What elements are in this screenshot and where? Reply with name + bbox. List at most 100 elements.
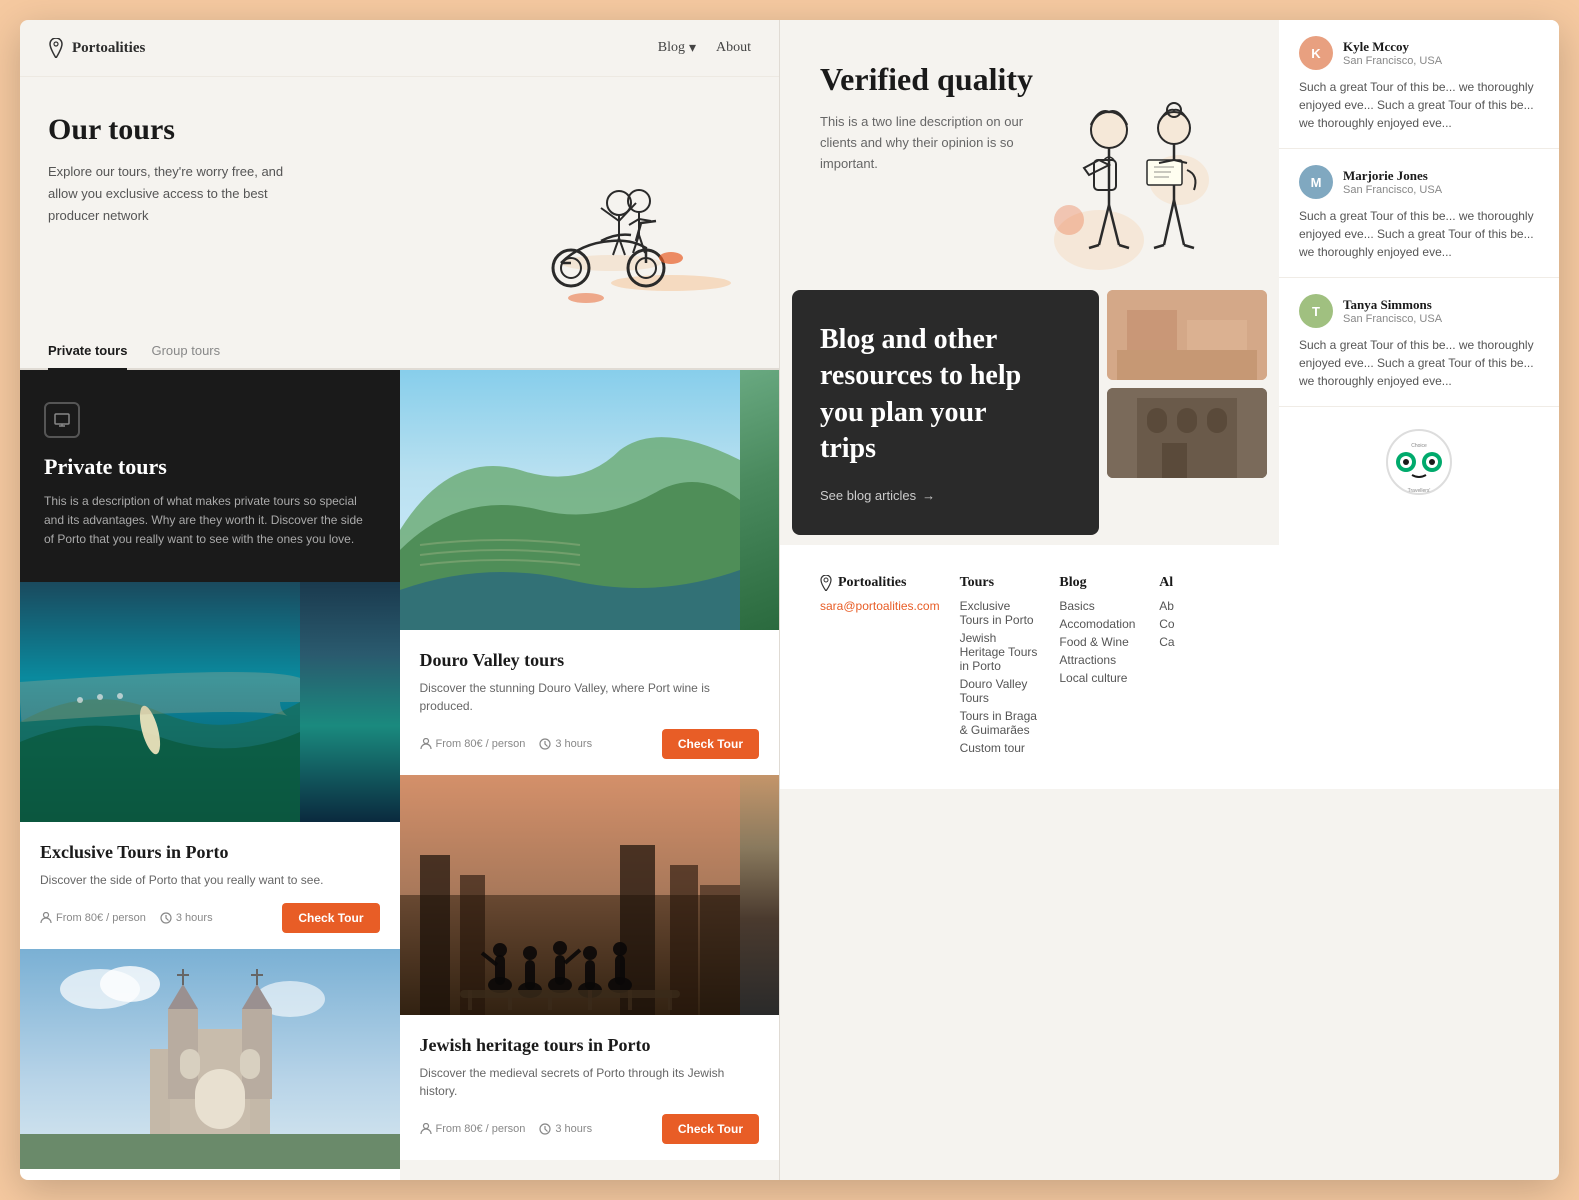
footer-col-brand: Portoalities sara@portoalities.com — [820, 575, 940, 759]
footer-alt-link-3[interactable]: Ca — [1159, 635, 1239, 649]
avatar-marjorie: M — [1299, 165, 1333, 199]
braga-info-card: Tours in Braga and Guimarães — [20, 1169, 400, 1180]
footer-link-custom[interactable]: Custom tour — [960, 741, 1040, 755]
blog-dark-card: Blog and other resources to help you pla… — [792, 290, 1099, 535]
reviewer-name-3: Tanya Simmons — [1343, 297, 1442, 313]
footer-blog-culture[interactable]: Local culture — [1059, 671, 1139, 685]
footer-link-jewish[interactable]: Jewish Heritage Tours in Porto — [960, 631, 1040, 673]
clock-icon-3 — [539, 1123, 551, 1135]
private-card-title: Private tours — [44, 454, 376, 480]
blog-image-1-icon — [1107, 290, 1267, 380]
review-header-2: M Marjorie Jones San Francisco, USA — [1299, 165, 1539, 199]
tour-tabs: Private tours Group tours — [20, 333, 779, 370]
jewish-title: Jewish heritage tours in Porto — [420, 1035, 760, 1056]
clock-icon-2 — [539, 738, 551, 750]
blog-nav-link[interactable]: Blog ▾ — [658, 40, 696, 57]
private-tours-card: Private tours This is a description of w… — [20, 370, 400, 582]
avatar-kyle: K — [1299, 36, 1333, 70]
jewish-duration-item: 3 hours — [539, 1123, 592, 1135]
navbar: Portoalities Blog ▾ About — [20, 20, 779, 77]
exclusive-photo-overlay-icon — [20, 582, 300, 822]
douro-photo — [400, 370, 780, 630]
footer-tours-title: Tours — [960, 575, 1040, 591]
jewish-price-item: From 80€ / person — [420, 1123, 526, 1135]
blog-chevron-icon: ▾ — [689, 40, 696, 57]
braga-tours-photo — [20, 949, 400, 1169]
jewish-duration-text: 3 hours — [555, 1123, 592, 1135]
exclusive-tours-title: Exclusive Tours in Porto — [40, 842, 380, 863]
footer-blog-title: Blog — [1059, 575, 1139, 591]
braga-photo-icon — [20, 949, 400, 1169]
blog-image-2-icon — [1107, 388, 1267, 478]
blog-image-1 — [1107, 290, 1267, 380]
footer-col-alt: Al Ab Co Ca — [1159, 575, 1239, 759]
private-tours-icon — [44, 402, 80, 438]
exclusive-price-text: From 80€ / person — [56, 912, 146, 924]
douro-meta-left: From 80€ / person 3 hours — [420, 738, 593, 750]
jewish-photo-icon — [400, 775, 740, 1015]
verified-illustration — [1039, 60, 1239, 260]
exclusive-tours-meta-left: From 80€ / person 3 hours — [40, 912, 213, 924]
footer-blog-basics[interactable]: Basics — [1059, 599, 1139, 613]
tab-group-tours[interactable]: Group tours — [151, 333, 220, 370]
review-item-3: T Tanya Simmons San Francisco, USA Such … — [1279, 278, 1559, 407]
nav-links: Blog ▾ About — [658, 40, 751, 57]
footer-link-exclusive[interactable]: Exclusive Tours in Porto — [960, 599, 1040, 627]
col-left: Private tours This is a description of w… — [20, 370, 400, 1180]
reviewer-location-3: San Francisco, USA — [1343, 313, 1442, 325]
jewish-info-card: Jewish heritage tours in Porto Discover … — [400, 1015, 780, 1160]
jewish-check-tour-button[interactable]: Check Tour — [662, 1114, 759, 1144]
footer-email[interactable]: sara@portoalities.com — [820, 599, 940, 613]
verified-description: This is a two line description on our cl… — [820, 112, 1039, 174]
review-text-2: Such a great Tour of this be... we thoro… — [1299, 207, 1539, 261]
hero-title: Our tours — [48, 113, 471, 147]
jewish-description: Discover the medieval secrets of Porto t… — [420, 1064, 760, 1100]
footer-link-douro[interactable]: Douro Valley Tours — [960, 677, 1040, 705]
person-icon-2 — [420, 738, 432, 750]
footer-content: Portoalities sara@portoalities.com Tours… — [820, 575, 1239, 759]
person-icon-3 — [420, 1123, 432, 1135]
about-nav-link[interactable]: About — [716, 40, 751, 56]
reviewer-name-1: Kyle Mccoy — [1343, 39, 1442, 55]
reviewer-info-3: Tanya Simmons San Francisco, USA — [1343, 297, 1442, 325]
footer-blog-accomodation[interactable]: Accomodation — [1059, 617, 1139, 631]
hero-section: Our tours Explore our tours, they're wor… — [20, 77, 779, 333]
douro-photo-icon — [400, 370, 740, 630]
exclusive-check-tour-button[interactable]: Check Tour — [282, 903, 379, 933]
footer-blog-food[interactable]: Food & Wine — [1059, 635, 1139, 649]
footer-alt-link-1[interactable]: Ab — [1159, 599, 1239, 613]
footer-alt-title: Al — [1159, 575, 1239, 591]
douro-duration-text: 3 hours — [555, 738, 592, 750]
douro-duration-item: 3 hours — [539, 738, 592, 750]
right-panel: Verified quality This is a two line desc… — [780, 20, 1559, 1180]
tripadvisor-badge: Travellers' Choice — [1279, 407, 1559, 517]
scooter-illustration-icon — [471, 113, 751, 313]
footer-blog-attractions[interactable]: Attractions — [1059, 653, 1139, 667]
tour-grid: Private tours This is a description of w… — [20, 370, 779, 1180]
douro-check-tour-button[interactable]: Check Tour — [662, 729, 759, 759]
blog-see-articles-link[interactable]: See blog articles → — [820, 488, 1071, 503]
footer: Portoalities sara@portoalities.com Tours… — [780, 545, 1279, 789]
footer-link-braga[interactable]: Tours in Braga & Guimarães — [960, 709, 1040, 737]
jewish-meta-left: From 80€ / person 3 hours — [420, 1123, 593, 1135]
douro-price-item: From 80€ / person — [420, 738, 526, 750]
verified-section: Verified quality This is a two line desc… — [780, 20, 1279, 280]
exclusive-tours-description: Discover the side of Porto that you real… — [40, 871, 380, 889]
logo[interactable]: Portoalities — [48, 38, 145, 58]
review-header-1: K Kyle Mccoy San Francisco, USA — [1299, 36, 1539, 70]
tab-private-tours[interactable]: Private tours — [48, 333, 127, 370]
exclusive-duration-item: 3 hours — [160, 912, 213, 924]
review-text-3: Such a great Tour of this be... we thoro… — [1299, 336, 1539, 390]
footer-col-tours: Tours Exclusive Tours in Porto Jewish He… — [960, 575, 1040, 759]
jewish-photo — [400, 775, 780, 1015]
exclusive-tours-info-card: Exclusive Tours in Porto Discover the si… — [20, 822, 400, 949]
tripadvisor-logo-icon: Travellers' Choice — [1384, 427, 1454, 497]
left-panel: Portoalities Blog ▾ About Our tours Expl… — [20, 20, 780, 1180]
douro-description: Discover the stunning Douro Valley, wher… — [420, 679, 760, 715]
logo-pin-icon — [48, 38, 64, 58]
reviews-panel: K Kyle Mccoy San Francisco, USA Such a g… — [1279, 20, 1559, 789]
footer-alt-link-2[interactable]: Co — [1159, 617, 1239, 631]
verified-title: Verified quality — [820, 60, 1039, 98]
blog-arrow-icon: → — [922, 488, 935, 503]
exclusive-duration-text: 3 hours — [176, 912, 213, 924]
